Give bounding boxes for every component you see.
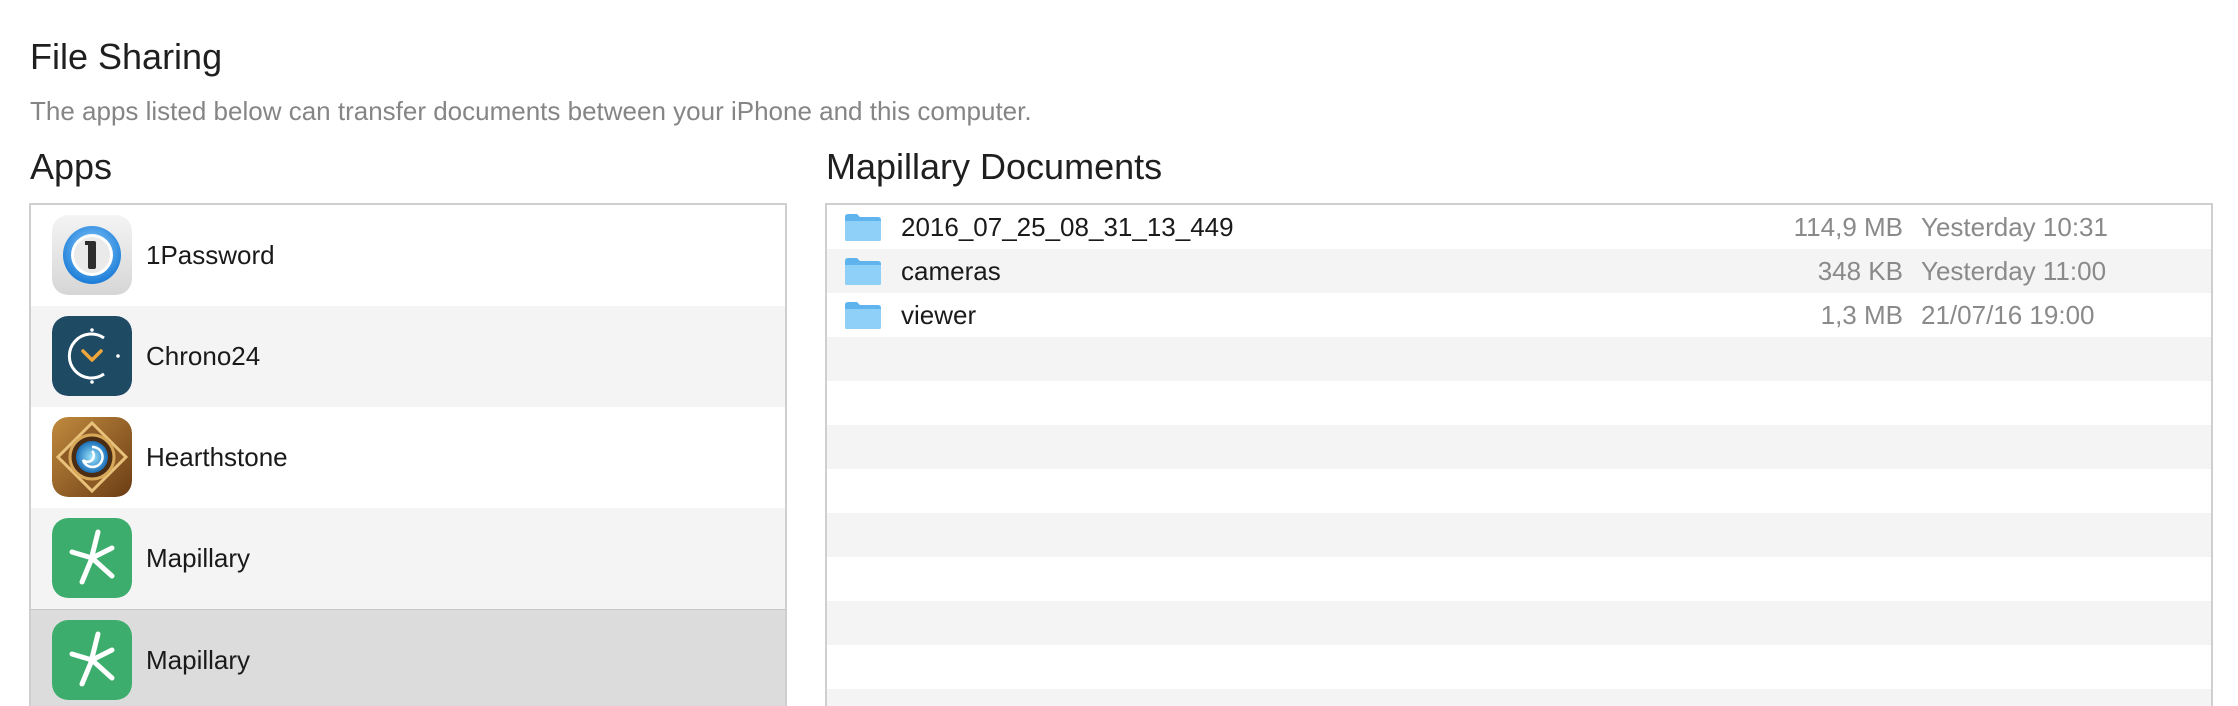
mapillary-icon xyxy=(52,518,132,598)
hearthstone-icon xyxy=(52,417,132,497)
document-name: cameras xyxy=(901,255,1001,286)
document-date: 21/07/16 19:00 xyxy=(1921,299,2095,330)
empty-row xyxy=(827,513,2211,557)
documents-list[interactable]: 2016_07_25_08_31_13_449 114,9 MB Yesterd… xyxy=(825,203,2213,706)
document-row[interactable]: cameras 348 KB Yesterday 11:00 xyxy=(827,249,2211,293)
document-row[interactable]: viewer 1,3 MB 21/07/16 19:00 xyxy=(827,293,2211,337)
page-description: The apps listed below can transfer docum… xyxy=(30,96,1032,126)
apps-heading: Apps xyxy=(30,146,113,187)
app-row-chrono24[interactable]: Chrono24 xyxy=(31,306,785,407)
page-title: File Sharing xyxy=(30,36,223,77)
document-row[interactable]: 2016_07_25_08_31_13_449 114,9 MB Yesterd… xyxy=(827,205,2211,249)
document-size: 1,3 MB xyxy=(1820,299,1903,330)
file-sharing-page: File Sharing The apps listed below can t… xyxy=(0,0,2238,706)
folder-icon xyxy=(845,258,881,285)
document-name: 2016_07_25_08_31_13_449 xyxy=(901,211,1234,242)
empty-row xyxy=(827,469,2211,513)
document-size: 114,9 MB xyxy=(1793,211,1903,242)
empty-row xyxy=(827,381,2211,425)
app-row-mapillary[interactable]: Mapillary xyxy=(31,508,785,609)
chrono24-icon xyxy=(52,316,132,396)
folder-icon xyxy=(845,214,881,241)
empty-row xyxy=(827,337,2211,381)
1password-icon xyxy=(52,215,132,295)
app-name: Chrono24 xyxy=(146,340,261,371)
document-size: 348 KB xyxy=(1817,255,1903,286)
app-row-hearthstone[interactable]: Hearthstone xyxy=(31,407,785,508)
folder-icon xyxy=(845,302,881,329)
empty-row xyxy=(827,689,2211,706)
documents-heading: Mapillary Documents xyxy=(826,146,1163,187)
apps-list[interactable]: 1Password Chrono24 Hearthstone Mapillary… xyxy=(29,203,787,706)
app-row-mapillary-selected[interactable]: Mapillary xyxy=(31,609,785,706)
app-name: Mapillary xyxy=(146,644,251,675)
app-row-1password[interactable]: 1Password xyxy=(31,205,785,306)
app-name: Mapillary xyxy=(146,542,251,573)
mapillary-icon xyxy=(52,620,132,700)
empty-row xyxy=(827,557,2211,601)
app-name: 1Password xyxy=(146,239,275,270)
document-name: viewer xyxy=(901,299,977,330)
document-date: Yesterday 10:31 xyxy=(1921,211,2108,242)
document-date: Yesterday 11:00 xyxy=(1921,255,2107,286)
empty-row xyxy=(827,425,2211,469)
empty-row xyxy=(827,645,2211,689)
empty-row xyxy=(827,601,2211,645)
app-name: Hearthstone xyxy=(146,441,288,472)
